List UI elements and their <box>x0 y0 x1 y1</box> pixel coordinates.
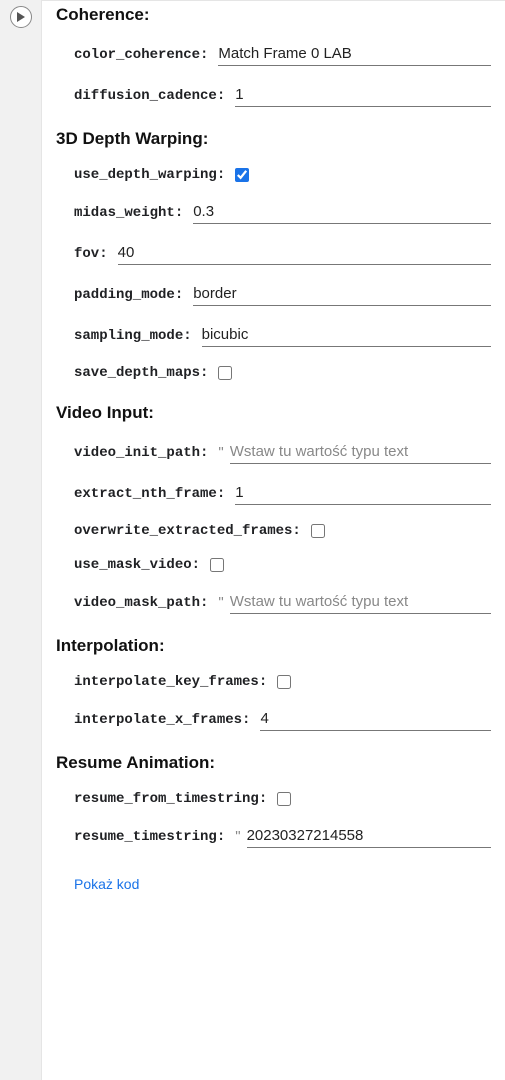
row-fov: fov: <box>56 242 491 265</box>
section-title-video: Video Input: <box>56 403 491 423</box>
label-interpolate-key-frames: interpolate_key_frames: <box>74 674 267 690</box>
section-title-resume: Resume Animation: <box>56 753 491 773</box>
checkbox-use-mask-video[interactable] <box>210 558 224 572</box>
input-video-init-path[interactable] <box>230 441 491 464</box>
label-extract-nth-frame: extract_nth_frame: <box>74 486 225 502</box>
run-cell-button[interactable] <box>10 6 32 28</box>
play-icon <box>16 12 26 22</box>
row-video-mask-path: video_mask_path: " <box>56 591 491 614</box>
row-use-depth-warping: use_depth_warping: <box>56 167 491 183</box>
label-resume-timestring: resume_timestring: <box>74 829 225 845</box>
section-title-depth: 3D Depth Warping: <box>56 129 491 149</box>
row-midas-weight: midas_weight: <box>56 201 491 224</box>
checkbox-resume-from-timestring[interactable] <box>277 792 291 806</box>
label-use-mask-video: use_mask_video: <box>74 557 200 573</box>
label-resume-from-timestring: resume_from_timestring: <box>74 791 267 807</box>
input-midas-weight[interactable] <box>193 201 491 224</box>
cell-gutter <box>0 0 42 1080</box>
input-color-coherence[interactable] <box>218 43 491 66</box>
input-fov[interactable] <box>118 242 491 265</box>
label-fov: fov: <box>74 246 108 262</box>
input-sampling-mode[interactable] <box>202 324 491 347</box>
label-interpolate-x-frames: interpolate_x_frames: <box>74 712 250 728</box>
section-title-interpolation: Interpolation: <box>56 636 491 656</box>
label-padding-mode: padding_mode: <box>74 287 183 303</box>
row-color-coherence: color_coherence: <box>56 43 491 66</box>
label-use-depth-warping: use_depth_warping: <box>74 167 225 183</box>
row-save-depth-maps: save_depth_maps: <box>56 365 491 381</box>
row-overwrite-extracted-frames: overwrite_extracted_frames: <box>56 523 491 539</box>
row-diffusion-cadence: diffusion_cadence: <box>56 84 491 107</box>
row-use-mask-video: use_mask_video: <box>56 557 491 573</box>
quote-icon: " <box>235 828 240 845</box>
row-sampling-mode: sampling_mode: <box>56 324 491 347</box>
row-resume-from-timestring: resume_from_timestring: <box>56 791 491 807</box>
input-extract-nth-frame[interactable] <box>235 482 491 505</box>
input-padding-mode[interactable] <box>193 283 491 306</box>
quote-icon: " <box>218 444 223 461</box>
input-diffusion-cadence[interactable] <box>235 84 491 107</box>
label-overwrite-extracted-frames: overwrite_extracted_frames: <box>74 523 301 539</box>
row-padding-mode: padding_mode: <box>56 283 491 306</box>
row-resume-timestring: resume_timestring: " <box>56 825 491 848</box>
top-divider <box>42 0 505 1</box>
row-interpolate-key-frames: interpolate_key_frames: <box>56 674 491 690</box>
input-interpolate-x-frames[interactable] <box>260 708 491 731</box>
cell-content: Coherence: color_coherence: diffusion_ca… <box>42 0 505 1080</box>
row-video-init-path: video_init_path: " <box>56 441 491 464</box>
label-color-coherence: color_coherence: <box>74 47 208 63</box>
input-resume-timestring[interactable] <box>247 825 491 848</box>
row-extract-nth-frame: extract_nth_frame: <box>56 482 491 505</box>
label-video-mask-path: video_mask_path: <box>74 595 208 611</box>
input-video-mask-path[interactable] <box>230 591 491 614</box>
section-title-coherence: Coherence: <box>56 5 491 25</box>
checkbox-use-depth-warping[interactable] <box>235 168 249 182</box>
checkbox-overwrite-extracted-frames[interactable] <box>311 524 325 538</box>
show-code-link[interactable]: Pokaż kod <box>56 876 491 892</box>
checkbox-interpolate-key-frames[interactable] <box>277 675 291 689</box>
label-midas-weight: midas_weight: <box>74 205 183 221</box>
label-sampling-mode: sampling_mode: <box>74 328 192 344</box>
label-save-depth-maps: save_depth_maps: <box>74 365 208 381</box>
quote-icon: " <box>218 594 223 611</box>
checkbox-save-depth-maps[interactable] <box>218 366 232 380</box>
row-interpolate-x-frames: interpolate_x_frames: <box>56 708 491 731</box>
label-video-init-path: video_init_path: <box>74 445 208 461</box>
label-diffusion-cadence: diffusion_cadence: <box>74 88 225 104</box>
